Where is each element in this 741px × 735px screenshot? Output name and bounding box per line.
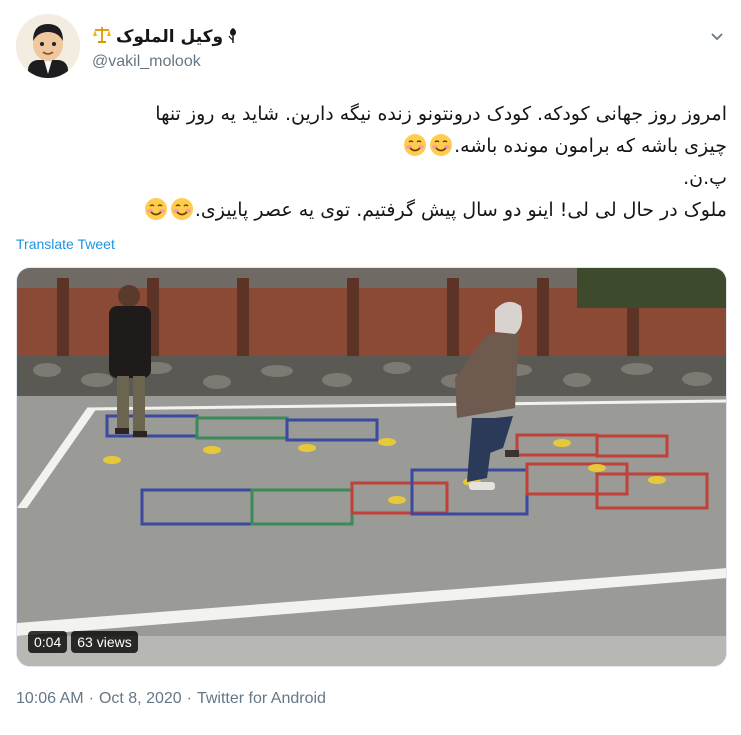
chevron-down-icon[interactable]: [706, 26, 728, 48]
display-name-row[interactable]: وکیل الملوک: [92, 26, 239, 48]
tweet-text-line-4: ملوک در حال لی لی! اینو دو سال پیش گرفتی…: [16, 194, 727, 226]
smiling-face-emoji-1: [430, 134, 453, 156]
avatar[interactable]: [16, 14, 80, 78]
tweet-date[interactable]: Oct 8, 2020: [99, 690, 182, 708]
smiling-face-emoji-2: [404, 134, 427, 156]
tweet-text-line-1: امروز روز جهانی کودکه. کودک درونتونو زند…: [155, 103, 727, 125]
tweet-time[interactable]: 10:06 AM: [16, 690, 84, 708]
meta-separator-1: ·: [88, 690, 94, 707]
tulip-icon: [227, 26, 239, 49]
scales-icon: [92, 26, 112, 49]
user-handle[interactable]: @vakil_molook: [92, 53, 201, 71]
tweet-source[interactable]: Twitter for Android: [197, 690, 326, 708]
smiling-face-emoji-4: [144, 198, 167, 220]
tweet-text: امروز روز جهانی کودکه. کودک درونتونو زند…: [16, 98, 727, 226]
tweet-text-line-4-content: ملوک در حال لی لی! اینو دو سال پیش گرفتی…: [194, 199, 727, 221]
tweet-card: وکیل الملوک @vakil_molook امروز روز جهان…: [0, 0, 741, 735]
smiling-face-emoji-3: [170, 198, 193, 220]
tweet-text-line-2-content: چیزی باشه که برامون مونده باشه.: [454, 135, 727, 157]
display-name: وکیل الملوک: [116, 27, 224, 47]
tweet-text-line-3: پ.ن.: [683, 167, 727, 189]
tweet-meta: 10:06 AM · Oct 8, 2020 · Twitter for And…: [16, 690, 326, 708]
video-badges: 0:04 63 views: [28, 631, 138, 653]
video-duration: 0:04: [28, 631, 68, 653]
meta-separator-2: ·: [186, 690, 192, 707]
video-frame: [17, 268, 726, 666]
tweet-text-line-2: چیزی باشه که برامون مونده باشه.: [16, 130, 727, 162]
translate-tweet-link[interactable]: Translate Tweet: [16, 236, 115, 252]
video-player[interactable]: [16, 267, 727, 667]
video-views: 63 views: [71, 631, 138, 653]
